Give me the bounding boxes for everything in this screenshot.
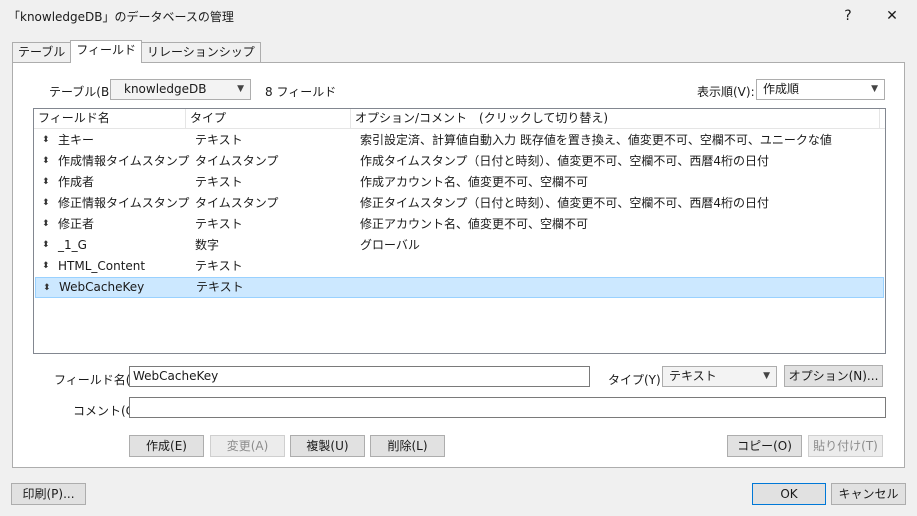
field-options: グローバル [360,238,420,252]
field-name: HTML_Content [58,259,146,273]
sort-select[interactable]: 作成順 ▼ [756,79,885,100]
field-type: テキスト [196,280,244,294]
table-row[interactable]: ⬍ 作成者 テキスト 作成アカウント名、値変更不可、空欄不可 [34,172,885,193]
comment-input[interactable] [129,397,886,418]
field-type: 数字 [195,238,220,252]
field-type: テキスト [195,259,243,273]
window-title: 「knowledgeDB」のデータベースの管理 [8,10,234,24]
move-handle-icon[interactable]: ⬍ [42,193,50,214]
tab-fields[interactable]: フィールド [70,40,143,63]
table-row[interactable]: ⬍ 作成情報タイムスタンプ タイムスタンプ 作成タイムスタンプ（日付と時刻）、値… [34,151,885,172]
field-type: タイムスタンプ [195,196,279,210]
move-handle-icon[interactable]: ⬍ [42,214,50,235]
close-icon[interactable]: ✕ [869,0,915,32]
field-name-input[interactable]: WebCacheKey [129,366,590,387]
table-row-selected[interactable]: ⬍ WebCacheKey テキスト [35,277,884,298]
table-row[interactable]: ⬍ 修正情報タイムスタンプ タイムスタンプ 修正タイムスタンプ（日付と時刻）、値… [34,193,885,214]
column-header-type[interactable]: タイプ [186,109,351,129]
copy-button[interactable]: コピー(O) [727,435,802,457]
move-handle-icon[interactable]: ⬍ [42,172,50,193]
field-options: 作成アカウント名、値変更不可、空欄不可 [360,175,589,189]
table-label: テーブル(B): [49,85,118,99]
table-row[interactable]: ⬍ 主キー テキスト 索引設定済、計算値自動入力 既存値を置き換え、値変更不可、… [34,130,885,151]
type-select-value: テキスト [669,369,717,383]
field-name: WebCacheKey [59,280,145,294]
move-handle-icon[interactable]: ⬍ [43,278,51,299]
type-select[interactable]: テキスト ▼ [662,366,777,387]
tab-relationships[interactable]: リレーションシップ [141,42,261,63]
ok-button[interactable]: OK [752,483,826,505]
move-handle-icon[interactable]: ⬍ [42,256,50,277]
field-name: 修正情報タイムスタンプ [58,196,190,210]
title-bar: 「knowledgeDB」のデータベースの管理 ? ✕ [0,0,917,32]
tab-tables[interactable]: テーブル [12,42,72,63]
field-type: テキスト [195,133,243,147]
type-label: タイプ(Y): [608,373,665,387]
fields-panel: テーブル(B): knowledgeDB ▼ 8 フィールド 表示順(V): 作… [12,62,905,468]
sort-label: 表示順(V): [697,85,755,99]
field-options: 作成タイムスタンプ（日付と時刻）、値変更不可、空欄不可、西暦4桁の日付 [360,154,770,168]
chevron-down-icon: ▼ [871,84,878,94]
field-options: 索引設定済、計算値自動入力 既存値を置き換え、値変更不可、空欄不可、ユニークな値 [360,133,832,147]
field-type: タイムスタンプ [195,154,279,168]
sort-select-value: 作成順 [763,82,800,96]
options-button[interactable]: オプション(N)... [784,365,883,387]
chevron-down-icon: ▼ [763,371,770,381]
print-button[interactable]: 印刷(P)... [11,483,86,505]
field-name: 作成情報タイムスタンプ [58,154,190,168]
table-select[interactable]: knowledgeDB ▼ [110,79,251,100]
paste-button[interactable]: 貼り付け(T) [808,435,883,457]
help-icon[interactable]: ? [825,0,871,32]
field-list[interactable]: フィールド名 タイプ オプション/コメント (クリックして切り替え) ⬍ 主キー… [33,108,886,354]
tab-strip: テーブル フィールド リレーションシップ [12,40,261,63]
duplicate-button[interactable]: 複製(U) [290,435,365,457]
table-row[interactable]: ⬍ HTML_Content テキスト [34,256,885,277]
table-row[interactable]: ⬍ 修正者 テキスト 修正アカウント名、値変更不可、空欄不可 [34,214,885,235]
field-options: 修正タイムスタンプ（日付と時刻）、値変更不可、空欄不可、西暦4桁の日付 [360,196,770,210]
column-header-options[interactable]: オプション/コメント (クリックして切り替え) [351,109,880,129]
field-name: 修正者 [58,217,95,231]
field-type: テキスト [195,217,243,231]
create-button[interactable]: 作成(E) [129,435,204,457]
column-header-name[interactable]: フィールド名 [34,109,186,129]
table-select-value: knowledgeDB [124,82,207,96]
move-handle-icon[interactable]: ⬍ [42,130,50,151]
field-type: テキスト [195,175,243,189]
chevron-down-icon: ▼ [237,84,244,94]
field-name: _1_G [58,238,87,252]
move-handle-icon[interactable]: ⬍ [42,151,50,172]
delete-button[interactable]: 削除(L) [370,435,445,457]
cancel-button[interactable]: キャンセル [831,483,906,505]
list-header: フィールド名 タイプ オプション/コメント (クリックして切り替え) [34,109,885,129]
move-handle-icon[interactable]: ⬍ [42,235,50,256]
change-button[interactable]: 変更(A) [210,435,285,457]
field-count: 8 フィールド [265,85,337,99]
field-name: 主キー [58,133,95,147]
field-name: 作成者 [58,175,95,189]
field-options: 修正アカウント名、値変更不可、空欄不可 [360,217,589,231]
table-row[interactable]: ⬍ _1_G 数字 グローバル [34,235,885,256]
